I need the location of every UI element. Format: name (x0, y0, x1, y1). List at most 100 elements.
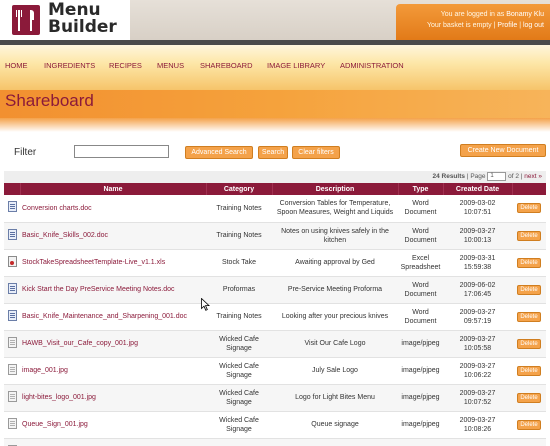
action-cell: Delete (512, 303, 546, 331)
document-type (398, 438, 443, 446)
file-icon-cell (4, 438, 20, 446)
delete-button[interactable]: Delete (517, 284, 541, 295)
created-date: 2009-03-02 (459, 200, 496, 208)
col-action-header (512, 183, 547, 195)
nav-recipes[interactable]: RECIPES (109, 61, 142, 70)
doc-icon (7, 228, 17, 240)
delete-button[interactable]: Delete (517, 392, 541, 403)
delete-button[interactable]: Delete (517, 311, 541, 322)
created-time: 10:05:58 (463, 344, 492, 352)
nav-ingredients[interactable]: INGREDIENTS (44, 61, 95, 70)
document-created: 2009-03-27 10:07:52 (443, 384, 512, 412)
created-time: 10:00:13 (463, 236, 492, 244)
col-created-header[interactable]: Created Date (443, 183, 513, 195)
table-row[interactable]: Conversion charts.doc Training Notes Conve… (4, 195, 546, 223)
table-row[interactable]: Queue_Sign_001.jpg Wicked Cafe Signage Que… (4, 411, 546, 439)
col-name-header[interactable]: Name (20, 183, 207, 195)
created-time: 10:07:51 (463, 209, 492, 217)
nav-menus[interactable]: MENUS (157, 61, 184, 70)
delete-button[interactable]: Delete (517, 419, 541, 430)
logo-line-builder: Builder (48, 17, 117, 37)
page-title: Shareboard (5, 91, 94, 110)
table-row[interactable]: StockTakeSpreadsheetTemplate-Live_v1.1.x… (4, 249, 546, 277)
col-description-header[interactable]: Description (272, 183, 399, 195)
action-cell: Delete (512, 249, 546, 277)
nav-image-library[interactable]: IMAGE LIBRARY (267, 61, 325, 70)
delete-button[interactable]: Delete (517, 338, 541, 349)
document-category: Wicked Cafe Signage (206, 357, 272, 385)
file-icon-cell (4, 249, 20, 277)
table-row[interactable]: image_001.jpg Wicked Cafe Signage July Sal… (4, 357, 546, 385)
advanced-search-button[interactable]: Advanced Search (185, 146, 253, 159)
search-button[interactable]: Search (258, 146, 288, 159)
action-cell: Delete (512, 195, 546, 223)
document-created: 2009-03-27 09:57:19 (443, 303, 512, 331)
document-name-link[interactable]: StockTakeSpreadsheetTemplate-Live_v1.1.x… (20, 249, 206, 277)
document-type: Word Document (398, 222, 443, 250)
nav-administration[interactable]: ADMINISTRATION (340, 61, 404, 70)
created-date: 2009-03-27 (459, 389, 496, 397)
document-category: Wicked Cafe Signage (206, 411, 272, 439)
document-type: Excel Spreadsheet (398, 249, 443, 277)
next-page-link[interactable]: next » (524, 173, 542, 180)
document-name-link[interactable]: image_001.jpg (20, 357, 206, 385)
document-name-link[interactable]: Kick Start the Day PreService Meeting No… (20, 276, 206, 304)
basket-line: Your basket is empty | Profile | log out (426, 22, 544, 29)
fork-knife-icon (12, 5, 40, 35)
table-row[interactable]: Basic_Knife_Skills_002.doc Training Notes… (4, 222, 546, 250)
created-time: 10:08:26 (463, 425, 492, 433)
col-category-header[interactable]: Category (206, 183, 273, 195)
delete-button[interactable]: Delete (517, 257, 541, 268)
table-header-row: Name Category Description Type Created D… (4, 183, 547, 195)
document-created: 2009-03-27 (443, 438, 512, 446)
action-cell: Delete (512, 438, 546, 446)
delete-button[interactable]: Delete (517, 203, 541, 214)
created-date: 2009-03-27 (459, 227, 496, 235)
document-description: Conversion Tables for Temperature, Spoon… (272, 195, 398, 223)
document-category: Proformas (206, 276, 272, 304)
logout-link[interactable]: log out (523, 22, 544, 29)
document-name-link[interactable]: Queue_Sign_001.jpg (20, 411, 206, 439)
document-description: Looking after your precious knives (272, 303, 398, 331)
main-nav: HOME INGREDIENTS RECIPES MENUS SHAREBOAR… (0, 45, 550, 90)
nav-home[interactable]: HOME (5, 61, 28, 70)
document-name-link[interactable]: Basic_Knife_Skills_002.doc (20, 222, 206, 250)
pager-bar: 24 Results | Page 1 of 2 | next » (4, 171, 546, 183)
document-created: 2009-03-27 10:06:22 (443, 357, 512, 385)
document-name-link[interactable] (20, 438, 206, 446)
created-date: 2009-06-02 (459, 281, 496, 289)
banner-fade (0, 118, 550, 132)
document-type: Word Document (398, 303, 443, 331)
document-description: Logo for Light Bites Menu (272, 384, 398, 412)
document-description: Visit Our Cafe Logo (272, 330, 398, 358)
table-row[interactable]: HAWB_Visit_our_Cafe_copy_001.jpg Wicked C… (4, 330, 546, 358)
table-row[interactable]: Basic_Knife_Maintenance_and_Sharpening_0… (4, 303, 546, 331)
logo[interactable]: Menu Builder (0, 0, 130, 40)
table-row[interactable]: Wicked Cafe 2009-03-27Delete (4, 438, 546, 446)
col-type-header[interactable]: Type (398, 183, 444, 195)
created-date: 2009-03-27 (459, 416, 496, 424)
document-name-link[interactable]: Conversion charts.doc (20, 195, 206, 223)
nav-shareboard[interactable]: SHAREBOARD (200, 61, 253, 70)
table-row[interactable]: Kick Start the Day PreService Meeting No… (4, 276, 546, 304)
delete-button[interactable]: Delete (517, 365, 541, 376)
file-icon-cell (4, 411, 20, 439)
delete-button[interactable]: Delete (517, 230, 541, 241)
create-new-document-button[interactable]: Create New Document (460, 144, 546, 157)
action-cell: Delete (512, 411, 546, 439)
profile-link[interactable]: Profile (497, 22, 517, 29)
document-name-link[interactable]: light-bites_logo_001.jpg (20, 384, 206, 412)
image-icon (7, 363, 17, 375)
image-icon (7, 417, 17, 429)
table-row[interactable]: light-bites_logo_001.jpg Wicked Cafe Sign… (4, 384, 546, 412)
page-select[interactable]: 1 (487, 172, 507, 181)
document-category: Training Notes (206, 195, 272, 223)
document-description: July Sale Logo (272, 357, 398, 385)
document-category: Wicked Cafe (206, 438, 272, 446)
document-name-link[interactable]: HAWB_Visit_our_Cafe_copy_001.jpg (20, 330, 206, 358)
result-count: 24 Results (432, 173, 465, 181)
filter-input[interactable] (74, 145, 169, 158)
clear-filters-button[interactable]: Clear filters (292, 146, 340, 159)
document-name-link[interactable]: Basic_Knife_Maintenance_and_Sharpening_0… (20, 303, 206, 331)
action-cell: Delete (512, 384, 546, 412)
